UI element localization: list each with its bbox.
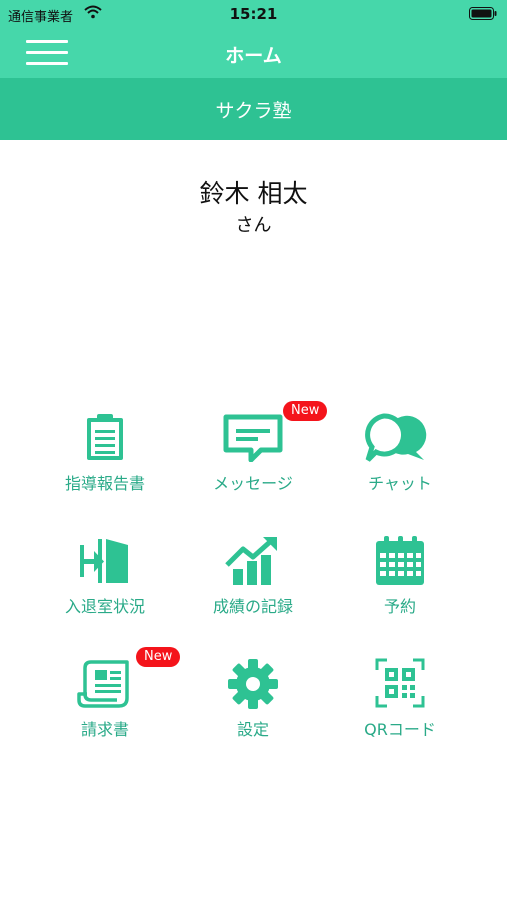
user-honorific: さん: [235, 215, 272, 236]
menu-label: 予約: [383, 597, 416, 616]
gear-icon: [228, 659, 278, 709]
menu-item-reservation[interactable]: 予約: [325, 529, 475, 629]
growth-chart-icon: [225, 537, 277, 585]
clipboard-icon: [87, 414, 123, 460]
menu-label: メッセージ: [213, 474, 293, 493]
calendar-icon: [376, 536, 424, 585]
battery-icon: [469, 7, 497, 20]
menu-item-chat[interactable]: チャット: [325, 406, 475, 506]
door-enter-icon: [80, 539, 128, 583]
menu-item-attendance[interactable]: 入退室状況: [30, 529, 180, 629]
menu-item-invoice[interactable]: 請求書: [30, 652, 180, 752]
status-bar: 通信事業者 15:21: [0, 0, 507, 28]
menu-label: QRコード: [364, 720, 436, 739]
menu-item-settings[interactable]: 設定: [178, 652, 328, 752]
menu-label: 成績の記録: [212, 597, 293, 616]
menu-label: 設定: [236, 720, 269, 739]
menu-label: 請求書: [80, 720, 129, 739]
message-icon: [223, 414, 283, 462]
page-title: ホーム: [225, 45, 282, 67]
new-badge: New: [136, 647, 181, 667]
menu-item-qr[interactable]: QRコード: [325, 652, 475, 752]
new-badge: New: [283, 401, 328, 421]
menu-label: チャット: [368, 474, 432, 493]
menu-item-report[interactable]: 指導報告書: [30, 406, 180, 506]
school-bar: サクラ塾: [0, 78, 507, 140]
menu-label: 入退室状況: [64, 597, 145, 616]
status-time: 15:21: [229, 5, 278, 23]
menu-item-message[interactable]: メッセージ: [178, 406, 328, 506]
school-name: サクラ塾: [215, 100, 292, 122]
chat-bubbles-icon: [365, 413, 427, 462]
qr-code-icon: [375, 658, 425, 708]
user-name: 鈴木 相太: [199, 179, 308, 208]
menu-item-grades[interactable]: 成績の記録: [178, 529, 328, 629]
invoice-scroll-icon: [77, 660, 129, 708]
menu-label: 指導報告書: [64, 474, 145, 493]
